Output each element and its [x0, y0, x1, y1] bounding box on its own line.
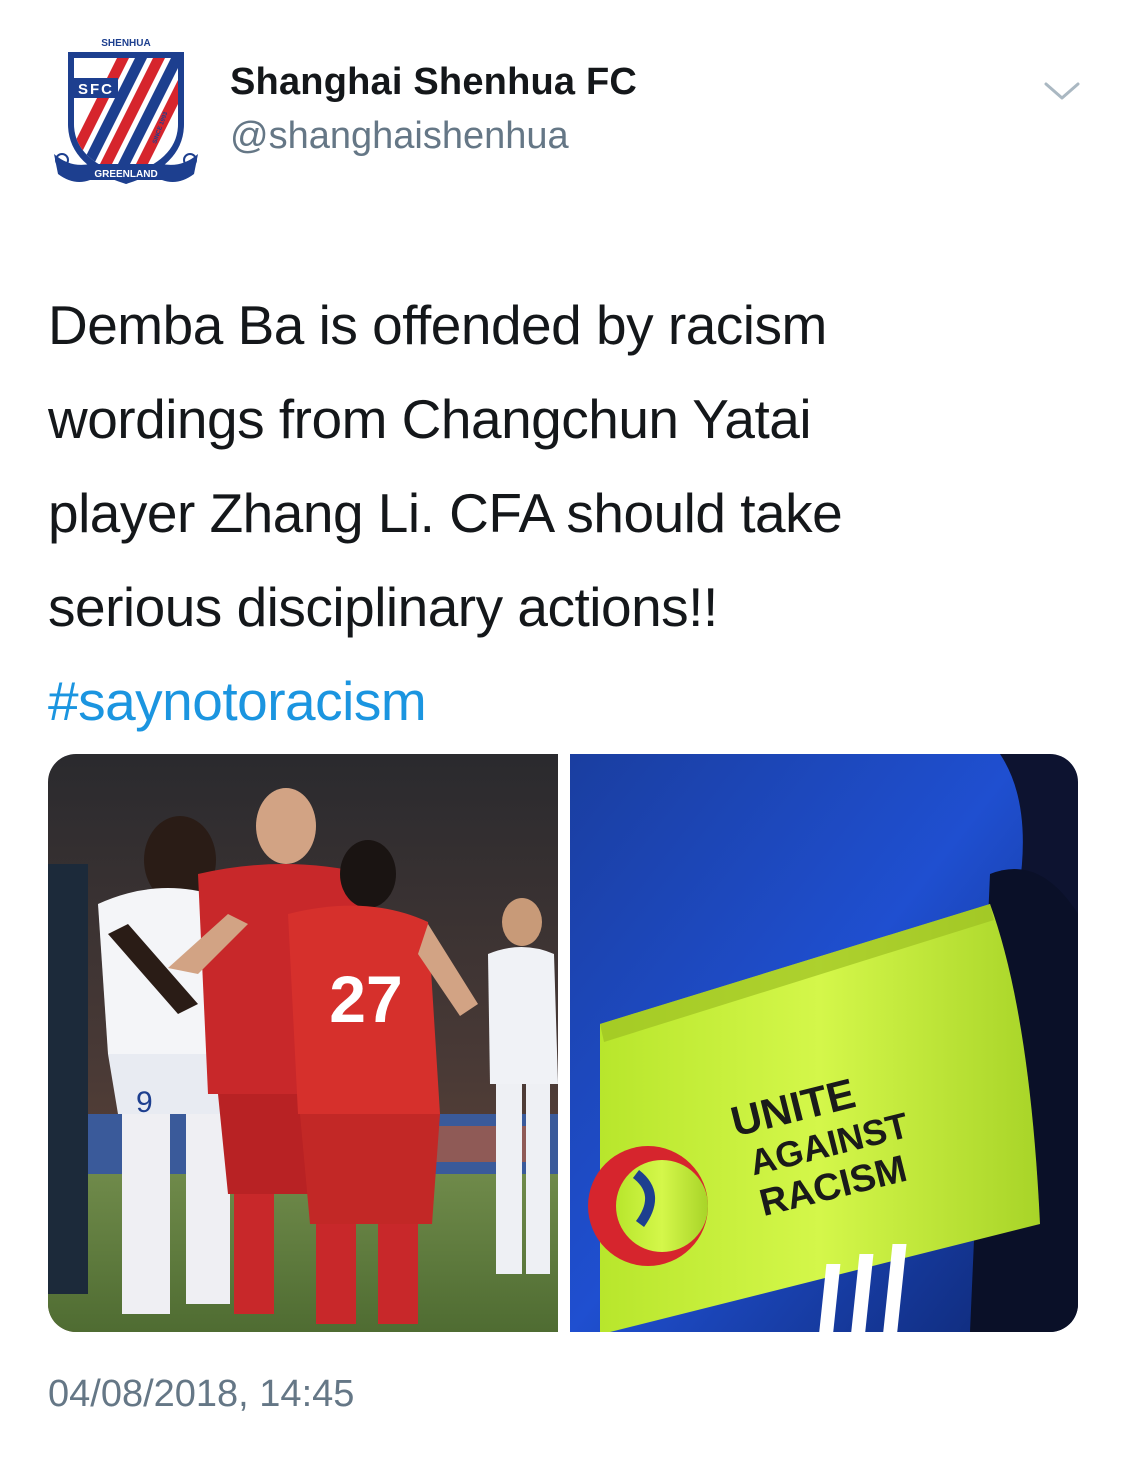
tweet-text-line: serious disciplinary actions!!: [48, 576, 718, 638]
crest-ribbon-text: GREENLAND: [94, 169, 157, 180]
avatar[interactable]: SHENHUA SFC SINCE 1993 GREENLAND: [50, 34, 202, 194]
tweet-timestamp[interactable]: 04/08/2018, 14:45: [48, 1370, 354, 1418]
red-shirt-number: 27: [329, 962, 402, 1036]
armband-photo-illustration: UNITE AGAINST RACISM: [570, 754, 1078, 1332]
tweet-text-line: wordings from Changchun Yatai: [48, 388, 812, 450]
tweet-text-line: player Zhang Li. CFA should take: [48, 482, 843, 544]
tweet-text-line: Demba Ba is offended by racism: [48, 294, 827, 356]
chevron-down-icon: [1044, 82, 1080, 100]
tweet-media: 9 27 UNITE AGAINST RACISM: [48, 754, 1078, 1332]
tweet-text: Demba Ba is offended by racism wordings …: [48, 278, 1088, 748]
club-crest-logo: SHENHUA SFC SINCE 1993 GREENLAND: [54, 38, 198, 184]
photo-unite-against-racism-armband[interactable]: UNITE AGAINST RACISM: [570, 754, 1078, 1332]
tweet-menu-button[interactable]: [1040, 72, 1084, 108]
photo-players-confrontation[interactable]: 9 27: [48, 754, 558, 1332]
author-handle[interactable]: @shanghaishenhua: [230, 112, 637, 160]
crest-top-text: SHENHUA: [101, 38, 150, 49]
players-photo-illustration: 9 27: [48, 754, 558, 1332]
tweet-author[interactable]: Shanghai Shenhua FC @shanghaishenhua: [230, 58, 637, 160]
author-display-name[interactable]: Shanghai Shenhua FC: [230, 58, 637, 106]
crest-initials: SFC: [78, 81, 114, 98]
hashtag-link[interactable]: #saynotoracism: [48, 654, 1088, 748]
